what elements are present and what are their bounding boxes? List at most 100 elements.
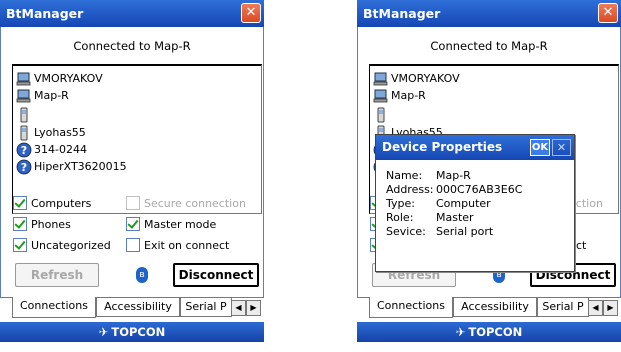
property-value: Map-R (436, 169, 471, 182)
tab-scroll-arrows: ◀ ▶ (588, 300, 618, 316)
bluetooth-icon: ʙ (136, 267, 148, 283)
checkbox-label: Secure connection (144, 196, 246, 210)
tab-connections[interactable]: Connections (12, 297, 96, 318)
tab-accessibility[interactable]: Accessibility (96, 297, 180, 317)
checkbox-box[interactable] (13, 196, 27, 210)
window-title: BtManager (363, 6, 441, 21)
brand-name: TOPCON (111, 325, 166, 339)
checkbox-box (126, 196, 140, 210)
ok-button[interactable]: OK (530, 139, 550, 156)
topcon-logo-icon: ✈ (98, 325, 109, 339)
property-row: Type: Computer (386, 197, 491, 210)
property-key: Role: (386, 211, 414, 224)
svg-text:?: ? (21, 161, 27, 174)
uncategorized-checkbox[interactable]: Uncategorized (13, 236, 111, 254)
svg-text:?: ? (21, 144, 27, 157)
tab-scroll-arrows: ◀ ▶ (231, 300, 261, 316)
property-key: Sevice: (386, 225, 426, 238)
computers-checkbox[interactable]: Computers (13, 194, 91, 212)
checkbox-box[interactable] (13, 238, 27, 252)
phones-checkbox[interactable]: Phones (13, 215, 71, 233)
computer-icon (373, 89, 388, 102)
checkbox-label: Phones (31, 217, 71, 231)
bottom-strip (357, 342, 621, 352)
main-panel: Connected to Map-R VMORYAKOV Map-R Lyoha… (0, 27, 264, 302)
connection-status: Connected to Map-R (73, 39, 191, 53)
phone-icon (377, 107, 385, 122)
device-name: Map-R (34, 89, 69, 102)
secure-connection-checkbox: Secure connection (126, 194, 246, 212)
device-name: VMORYAKOV (391, 72, 460, 85)
bt-manager-window-left: BtManager ✕ Connected to Map-R VMORYAKOV… (0, 0, 264, 352)
device-item[interactable]: ? HiperXT3620015 (16, 158, 127, 175)
device-properties-dialog: Device Properties OK ✕ Name: Map-R Addre… (375, 134, 575, 272)
tab-scroll-right-icon[interactable]: ▶ (246, 300, 261, 316)
property-value: Computer (436, 197, 491, 210)
computer-icon (16, 72, 31, 85)
device-name: VMORYAKOV (34, 72, 103, 85)
dialog-title-bar: Device Properties OK ✕ (376, 135, 574, 160)
checkbox-label: Computers (31, 196, 92, 210)
disconnect-button[interactable]: Disconnect (173, 263, 259, 287)
device-name: HiperXT3620015 (34, 160, 127, 173)
property-row: Sevice: Serial port (386, 225, 493, 238)
close-button[interactable]: ✕ (241, 3, 261, 23)
checkbox-label: Exit on connect (144, 238, 230, 252)
unknown-device-icon: ? (16, 159, 32, 174)
property-value: Serial port (436, 225, 494, 238)
computer-icon (373, 72, 388, 85)
checkbox-label: Master mode (144, 217, 217, 231)
device-item[interactable]: VMORYAKOV (16, 70, 103, 87)
title-bar: BtManager ✕ (357, 0, 621, 27)
device-item[interactable] (16, 106, 34, 123)
brand-bar: ✈ TOPCON (357, 322, 621, 342)
tab-scroll-right-icon[interactable]: ▶ (603, 300, 618, 316)
phone-icon (20, 125, 28, 140)
window-title: BtManager (6, 6, 84, 21)
property-row: Role: Master (386, 211, 474, 224)
device-item[interactable]: VMORYAKOV (373, 70, 460, 87)
tab-strip: Connections Accessibility Serial P ◀ ▶ (357, 297, 621, 318)
checkbox-box[interactable] (126, 238, 140, 252)
device-item[interactable]: Map-R (373, 87, 426, 104)
device-item[interactable]: Map-R (16, 87, 69, 104)
dialog-close-icon[interactable]: ✕ (552, 139, 571, 156)
phone-icon (20, 107, 28, 122)
topcon-logo-icon: ✈ (455, 325, 466, 339)
tab-serial-port[interactable]: Serial P (180, 297, 232, 317)
device-item[interactable] (373, 106, 391, 123)
title-bar: BtManager ✕ (0, 0, 264, 27)
property-row: Address: 000C76AB3E6C (386, 183, 522, 196)
property-key: Name: (386, 169, 423, 182)
tab-connections[interactable]: Connections (369, 297, 453, 318)
tab-strip: Connections Accessibility Serial P ◀ ▶ (0, 297, 264, 318)
main-panel: Connected to Map-R VMORYAKOV Map-R Lyoha… (357, 27, 621, 302)
device-list[interactable]: VMORYAKOV Map-R Lyohas55 ? 314-0244 ? Hi… (12, 64, 262, 214)
tab-serial-port[interactable]: Serial P (537, 297, 589, 317)
brand-bar: ✈ TOPCON (0, 322, 264, 342)
dialog-title: Device Properties (382, 140, 503, 154)
exit-on-connect-checkbox[interactable]: Exit on connect (126, 236, 229, 254)
master-mode-checkbox[interactable]: Master mode (126, 215, 216, 233)
property-value: 000C76AB3E6C (436, 183, 523, 196)
property-key: Address: (386, 183, 434, 196)
device-name: Lyohas55 (34, 126, 86, 139)
property-key: Type: (386, 197, 415, 210)
bt-manager-window-right: BtManager ✕ Connected to Map-R VMORYAKOV… (357, 0, 621, 352)
bottom-strip (0, 342, 264, 352)
tab-accessibility[interactable]: Accessibility (453, 297, 537, 317)
device-name: Map-R (391, 89, 426, 102)
tab-scroll-left-icon[interactable]: ◀ (231, 300, 246, 316)
checkbox-box[interactable] (126, 217, 140, 231)
brand-name: TOPCON (468, 325, 523, 339)
device-item[interactable]: ? 314-0244 (16, 141, 87, 158)
refresh-button[interactable]: Refresh (15, 263, 99, 287)
device-item[interactable]: Lyohas55 (16, 124, 86, 141)
close-button[interactable]: ✕ (598, 3, 618, 23)
connection-status: Connected to Map-R (430, 39, 548, 53)
computer-icon (16, 89, 31, 102)
unknown-device-icon: ? (16, 142, 32, 157)
checkbox-box[interactable] (13, 217, 27, 231)
tab-scroll-left-icon[interactable]: ◀ (588, 300, 603, 316)
property-value: Master (436, 211, 474, 224)
